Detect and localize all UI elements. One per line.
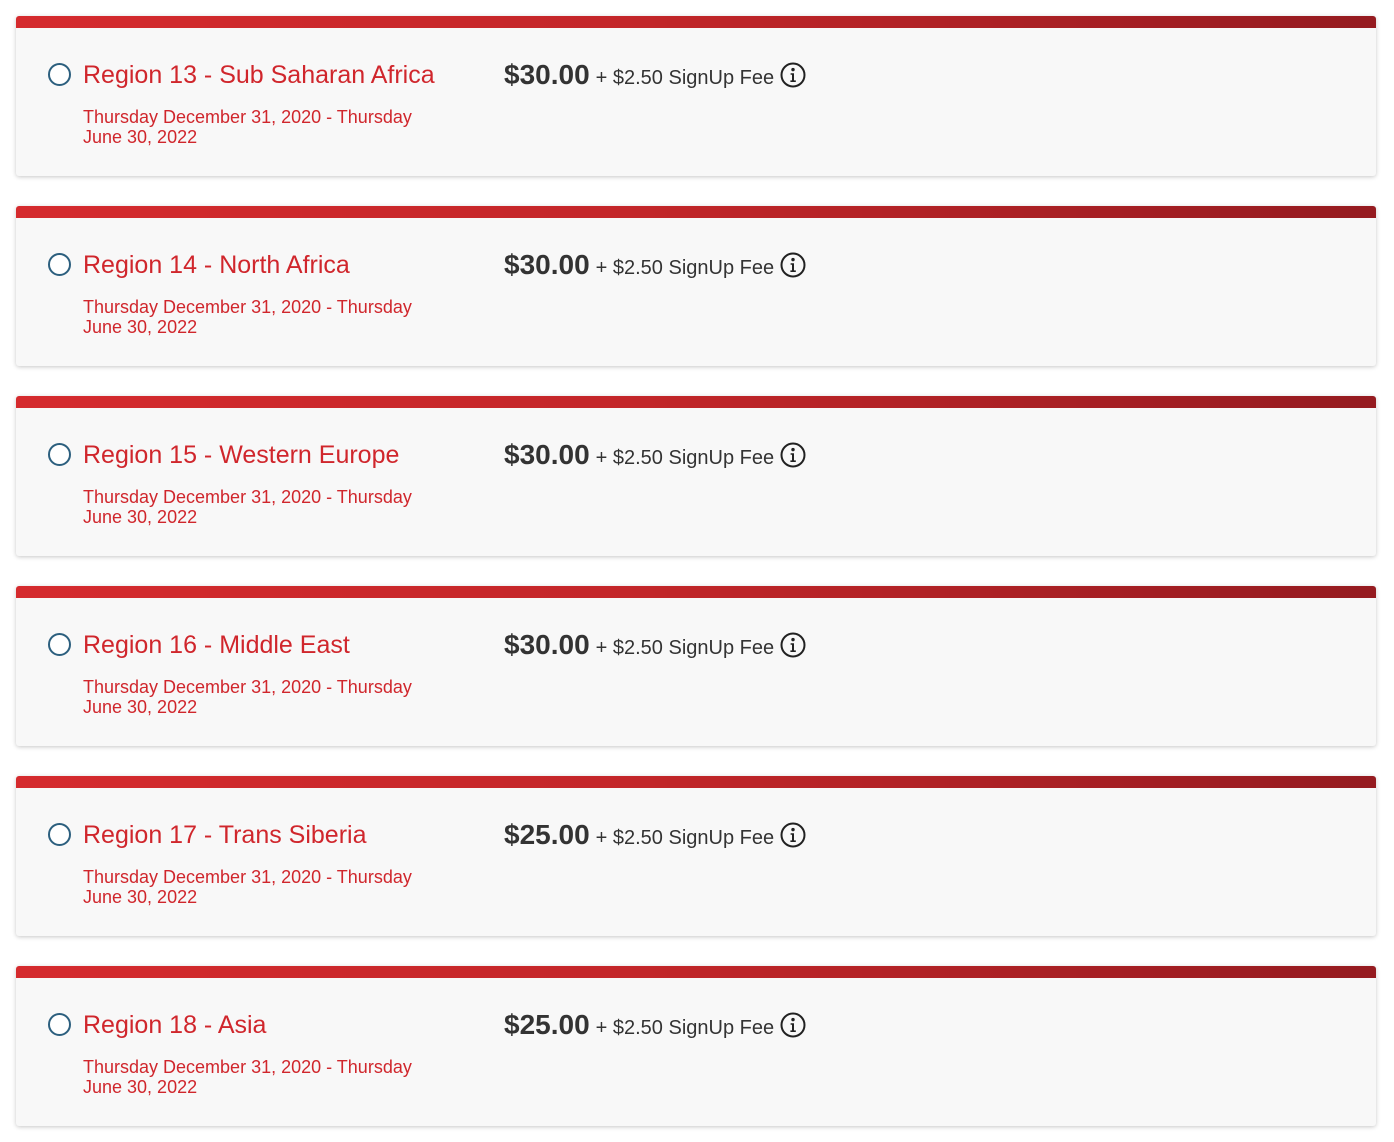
info-circle-icon[interactable] [780, 632, 806, 658]
price: $25.00 [504, 1009, 590, 1040]
card-header-bar [16, 206, 1376, 218]
card-header-bar [16, 776, 1376, 788]
region-title[interactable]: Region 18 - Asia [83, 1010, 266, 1040]
radio-unchecked-icon[interactable] [48, 443, 71, 466]
info-circle-icon[interactable] [780, 442, 806, 468]
price-row: $25.00 + $2.50 SignUp Fee [504, 818, 806, 855]
region-card[interactable]: Region 14 - North Africa Thursday Decemb… [16, 206, 1376, 366]
price-row: $25.00 + $2.50 SignUp Fee [504, 1008, 806, 1045]
price-row: $30.00 + $2.50 SignUp Fee [504, 628, 806, 665]
region-card[interactable]: Region 15 - Western Europe Thursday Dece… [16, 396, 1376, 556]
price: $30.00 [504, 59, 590, 90]
date-range: Thursday December 31, 2020 - Thursday Ju… [83, 107, 412, 147]
signup-fee: + $2.50 SignUp Fee [595, 257, 775, 279]
radio-unchecked-icon[interactable] [48, 1013, 71, 1036]
region-title[interactable]: Region 14 - North Africa [83, 250, 350, 280]
card-header-bar [16, 586, 1376, 598]
signup-fee: + $2.50 SignUp Fee [595, 447, 775, 469]
info-circle-icon[interactable] [780, 62, 806, 88]
date-range: Thursday December 31, 2020 - Thursday Ju… [83, 867, 412, 907]
price-row: $30.00 + $2.50 SignUp Fee [504, 438, 806, 475]
radio-unchecked-icon[interactable] [48, 63, 71, 86]
date-range: Thursday December 31, 2020 - Thursday Ju… [83, 297, 412, 337]
region-card[interactable]: Region 16 - Middle East Thursday Decembe… [16, 586, 1376, 746]
signup-fee: + $2.50 SignUp Fee [595, 637, 775, 659]
card-header-bar [16, 966, 1376, 978]
price: $25.00 [504, 819, 590, 850]
region-title[interactable]: Region 13 - Sub Saharan Africa [83, 60, 435, 90]
region-card[interactable]: Region 13 - Sub Saharan Africa Thursday … [16, 16, 1376, 176]
price: $30.00 [504, 629, 590, 660]
radio-unchecked-icon[interactable] [48, 253, 71, 276]
region-title[interactable]: Region 17 - Trans Siberia [83, 820, 366, 850]
price: $30.00 [504, 249, 590, 280]
date-range: Thursday December 31, 2020 - Thursday Ju… [83, 677, 412, 717]
region-card[interactable]: Region 18 - Asia Thursday December 31, 2… [16, 966, 1376, 1126]
region-title[interactable]: Region 15 - Western Europe [83, 440, 399, 470]
signup-fee: + $2.50 SignUp Fee [595, 1017, 775, 1039]
info-circle-icon[interactable] [780, 1012, 806, 1038]
radio-unchecked-icon[interactable] [48, 633, 71, 656]
card-header-bar [16, 396, 1376, 408]
signup-fee: + $2.50 SignUp Fee [595, 67, 775, 89]
radio-unchecked-icon[interactable] [48, 823, 71, 846]
price-row: $30.00 + $2.50 SignUp Fee [504, 58, 806, 95]
region-title[interactable]: Region 16 - Middle East [83, 630, 350, 660]
region-plan-list: Region 13 - Sub Saharan Africa Thursday … [0, 0, 1394, 1142]
price-row: $30.00 + $2.50 SignUp Fee [504, 248, 806, 285]
info-circle-icon[interactable] [780, 822, 806, 848]
info-circle-icon[interactable] [780, 252, 806, 278]
date-range: Thursday December 31, 2020 - Thursday Ju… [83, 487, 412, 527]
card-header-bar [16, 16, 1376, 28]
region-card[interactable]: Region 17 - Trans Siberia Thursday Decem… [16, 776, 1376, 936]
signup-fee: + $2.50 SignUp Fee [595, 827, 775, 849]
price: $30.00 [504, 439, 590, 470]
date-range: Thursday December 31, 2020 - Thursday Ju… [83, 1057, 412, 1097]
